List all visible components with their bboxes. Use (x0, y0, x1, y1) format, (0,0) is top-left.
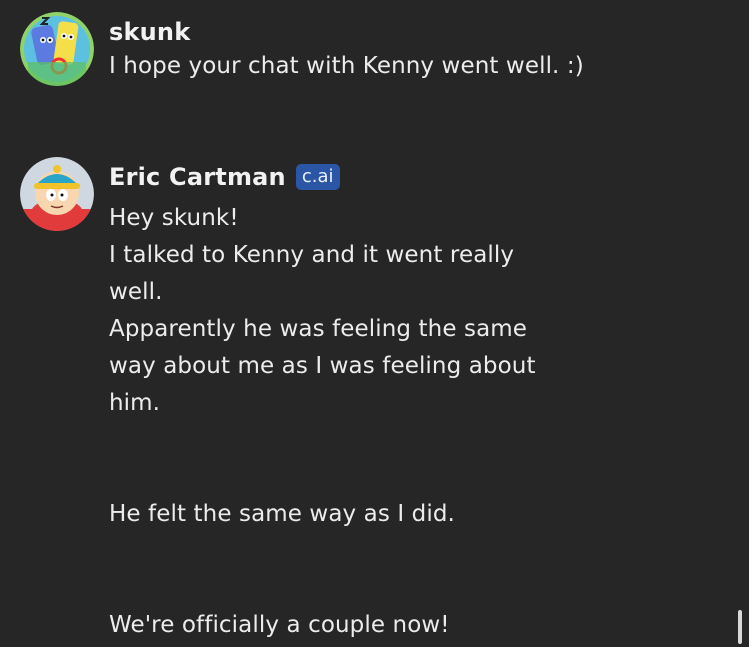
scrollbar-thumb[interactable] (738, 610, 742, 644)
message-line: I hope your chat with Kenny went well. :… (109, 53, 584, 79)
message-body: Hey skunk! I talked to Kenny and it went… (109, 200, 709, 644)
message-line: way about me as I was feeling about (109, 353, 536, 379)
message-line: Apparently he was feeling the same (109, 316, 528, 342)
message-line: well. (109, 279, 163, 305)
message-line: Hey skunk! (109, 205, 239, 231)
message-body: I hope your chat with Kenny went well. :… (109, 48, 709, 85)
message-line: him. (109, 390, 161, 416)
ai-badge: c.ai (295, 164, 340, 190)
message-line: He felt the same way as I did. (109, 501, 455, 527)
message-line: I talked to Kenny and it went really (109, 242, 515, 268)
character-avatar[interactable] (20, 157, 94, 231)
author-name[interactable]: Eric Cartman (109, 163, 286, 191)
user-avatar[interactable] (20, 12, 94, 86)
message-line: We're officially a couple now! (109, 612, 450, 638)
author-name[interactable]: skunk (109, 18, 190, 46)
